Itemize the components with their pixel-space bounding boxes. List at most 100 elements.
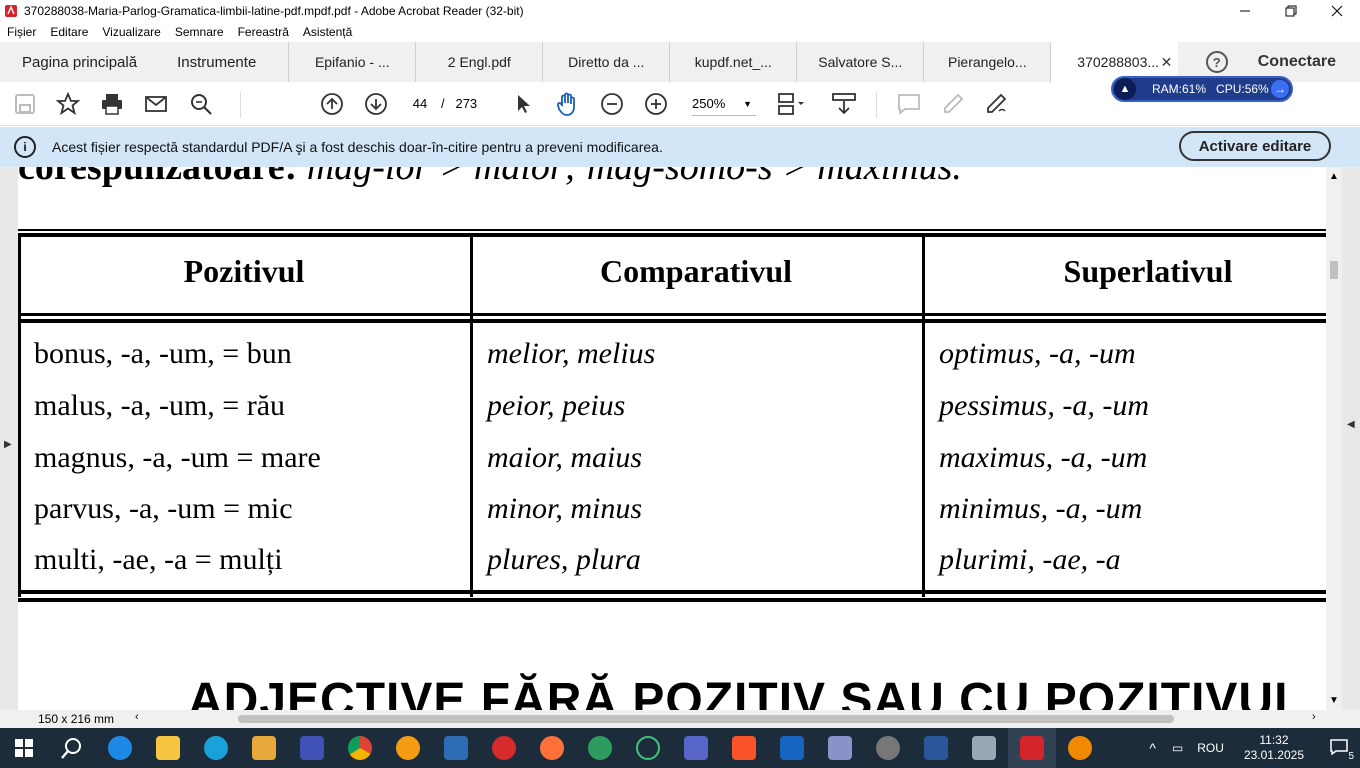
menu-view[interactable]: Vizualizare — [102, 25, 160, 39]
doc-tab[interactable]: kupdf.net_... — [669, 42, 796, 82]
cpu-usage: CPU:56% — [1216, 82, 1269, 96]
save-floppy-app-icon[interactable] — [288, 728, 336, 768]
zoom-level-select[interactable]: 250% ▼ — [692, 92, 756, 116]
clock[interactable]: 11:32 23.01.2025 — [1244, 733, 1304, 763]
sign-pen-icon[interactable] — [983, 90, 1011, 118]
doc-tab-label: Epifanio - ... — [314, 54, 390, 70]
table-cell: minimus, -a, -um — [939, 492, 1143, 525]
edge-browser-icon[interactable] — [192, 728, 240, 768]
scroll-mode-icon[interactable] — [830, 90, 858, 118]
tab-home[interactable]: Pagina principală — [0, 42, 159, 82]
doc-tab-label: Diretto da ... — [568, 54, 645, 70]
remote-desktop-icon[interactable] — [960, 728, 1008, 768]
orange-app-icon[interactable] — [384, 728, 432, 768]
notification-count: 5 — [1348, 750, 1354, 762]
bookmark-star-icon[interactable] — [54, 90, 82, 118]
menu-window[interactable]: Fereastră — [238, 25, 289, 39]
maximize-button[interactable] — [1268, 0, 1314, 22]
comment-icon[interactable] — [895, 90, 923, 118]
hand-tool-icon[interactable] — [554, 90, 582, 118]
menu-bar: Fișier Editare Vizualizare Semnare Ferea… — [0, 22, 1360, 42]
print-icon[interactable] — [98, 90, 126, 118]
horizontal-scrollbar-thumb[interactable] — [238, 715, 1174, 723]
language-indicator[interactable]: ROU — [1197, 741, 1224, 755]
system-monitor-widget[interactable]: ▲ RAM:61% CPU:56% → — [1111, 76, 1293, 102]
menu-help[interactable]: Asistență — [303, 25, 352, 39]
doc-tab[interactable]: Pierangelo... — [923, 42, 1050, 82]
table-cell: melior, melius — [487, 337, 656, 370]
table-cell: minor, minus — [487, 492, 643, 525]
opera-icon[interactable] — [480, 728, 528, 768]
title-bar: 370288038-Maria-Parlog-Gramatica-limbii-… — [0, 0, 1360, 22]
minimize-button[interactable] — [1222, 0, 1268, 22]
vlc-app-icon[interactable] — [1056, 728, 1104, 768]
scroll-left-icon[interactable]: ‹ — [135, 711, 139, 723]
page-separator: / — [441, 96, 445, 111]
save-icon[interactable] — [11, 90, 39, 118]
scrollbar-thumb[interactable] — [1330, 261, 1338, 279]
scroll-up-icon[interactable]: ▲ — [1329, 171, 1339, 182]
brave-icon[interactable] — [720, 728, 768, 768]
left-panel-toggle[interactable]: ▶ — [0, 167, 18, 710]
page-number-input[interactable]: 44 — [406, 92, 434, 116]
firefox-icon[interactable] — [528, 728, 576, 768]
window-title: 370288038-Maria-Parlog-Gramatica-limbii-… — [24, 4, 524, 18]
menu-sign[interactable]: Semnare — [175, 25, 224, 39]
help-icon[interactable]: ? — [1205, 51, 1228, 73]
search-icon[interactable] — [48, 728, 96, 768]
close-tab-icon[interactable]: ✕ — [1161, 54, 1173, 71]
page-total: 273 — [455, 96, 478, 111]
page-text-line: corespunzătoare: mag-ior > maior; mag-so… — [18, 167, 962, 189]
start-button[interactable] — [0, 728, 48, 768]
scroll-right-icon[interactable]: › — [1312, 711, 1316, 723]
chevron-up-icon[interactable]: ^ — [1149, 740, 1156, 756]
previous-page-icon[interactable] — [318, 90, 346, 118]
right-panel-toggle[interactable]: ◀ — [1342, 167, 1360, 710]
menu-file[interactable]: Fișier — [7, 25, 36, 39]
chevron-down-icon: ▼ — [743, 99, 752, 109]
system-tray: ^ ▭ ROU 11:32 23.01.2025 5 — [1141, 728, 1360, 768]
internet-explorer-icon[interactable] — [96, 728, 144, 768]
email-icon[interactable] — [142, 90, 170, 118]
next-page-icon[interactable] — [362, 90, 390, 118]
zoom-out-icon[interactable] — [598, 90, 626, 118]
acrobat-app-icon — [5, 5, 17, 17]
archive-app-icon[interactable] — [816, 728, 864, 768]
info-icon: i — [14, 136, 36, 158]
doc-tab[interactable]: Epifanio - ... — [288, 42, 415, 82]
scroll-down-icon[interactable]: ▼ — [1329, 695, 1339, 706]
arrow-right-icon: → — [1271, 80, 1289, 98]
blue-app-icon[interactable] — [768, 728, 816, 768]
notification-center-icon[interactable]: 5 — [1330, 738, 1354, 762]
highlight-pen-icon[interactable] — [939, 90, 967, 118]
doc-tab[interactable]: 2 Engl.pdf — [415, 42, 542, 82]
doc-tab[interactable]: Salvatore S... — [796, 42, 923, 82]
green-circle-app-icon[interactable] — [624, 728, 672, 768]
bw-app-icon[interactable] — [864, 728, 912, 768]
close-window-button[interactable] — [1314, 0, 1360, 22]
menu-edit[interactable]: Editare — [50, 25, 88, 39]
page-size-label: 150 x 216 mm — [38, 712, 115, 726]
enable-editing-button[interactable]: Activare editare — [1179, 131, 1331, 161]
select-cursor-icon[interactable] — [510, 90, 538, 118]
media-player-icon[interactable] — [240, 728, 288, 768]
zoom-in-icon[interactable] — [642, 90, 670, 118]
acrobat-taskbar-icon[interactable] — [1008, 728, 1056, 768]
battery-icon[interactable]: ▭ — [1172, 741, 1183, 755]
table-header-superlative: Superlativul — [1063, 253, 1233, 289]
page-display-icon[interactable] — [776, 90, 804, 118]
search-zoom-icon[interactable] — [187, 90, 215, 118]
connect-button[interactable]: Conectare — [1258, 53, 1336, 71]
word-icon[interactable] — [912, 728, 960, 768]
file-explorer-icon[interactable] — [144, 728, 192, 768]
table-cell: multi, -ae, -a = mulți — [34, 543, 283, 576]
doc-tab[interactable]: Diretto da ... — [542, 42, 669, 82]
floppy-app-icon[interactable] — [672, 728, 720, 768]
expand-left-icon: ▶ — [4, 439, 12, 450]
chrome-icon[interactable] — [336, 728, 384, 768]
document-viewport[interactable]: ▶ corespunzătoare: mag-ior > maior; mag-… — [0, 167, 1360, 710]
tab-tools[interactable]: Instrumente — [159, 42, 288, 82]
globe-app-icon[interactable] — [576, 728, 624, 768]
dictionary-app-icon[interactable] — [432, 728, 480, 768]
vertical-scrollbar[interactable]: ▲ ▼ — [1326, 167, 1342, 710]
